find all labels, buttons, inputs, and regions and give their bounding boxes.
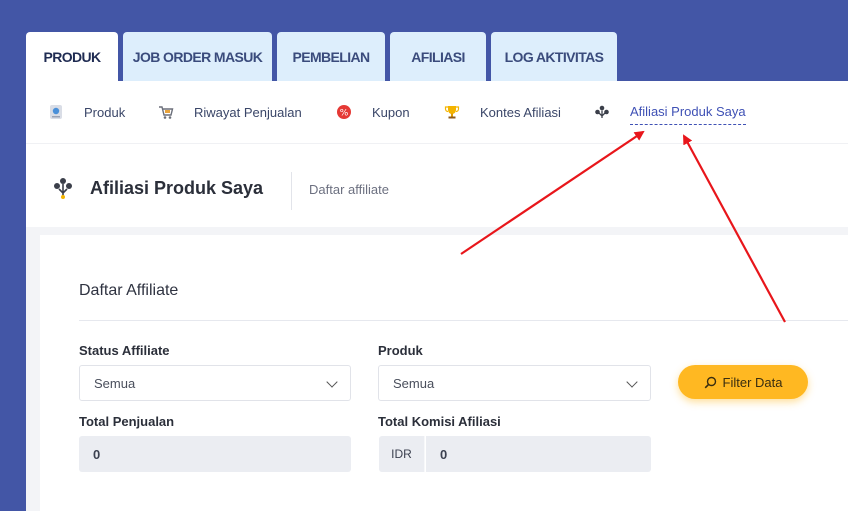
subnav-item-produk[interactable]: Produk (48, 102, 125, 122)
subnav-item-riwayat-penjualan[interactable]: Riwayat Penjualan (158, 102, 302, 122)
select-value: Semua (393, 375, 435, 391)
trophy-icon (444, 104, 460, 120)
svg-text:%: % (340, 109, 349, 119)
page-header: Afiliasi Produk Saya Daftar affiliate (26, 143, 848, 227)
currency-addon: IDR (379, 436, 425, 472)
divider (291, 172, 292, 210)
search-icon (704, 376, 717, 389)
subnav-label: Produk (84, 104, 126, 120)
subnav-label: Afiliasi Produk Saya (630, 104, 746, 125)
select-value: Semua (94, 375, 136, 391)
sub-navigation: Produk Riwayat Penjualan % Kupon Kontes … (26, 81, 848, 143)
coupon-icon: % (336, 104, 352, 120)
subnav-label: Kontes Afiliasi (480, 104, 561, 120)
card-title: Daftar Affiliate (79, 282, 179, 299)
product-icon (48, 104, 64, 120)
subnav-item-afiliasi-produk-saya[interactable]: Afiliasi Produk Saya (594, 102, 746, 125)
produk-select[interactable]: Semua (378, 365, 651, 401)
total-penjualan-label: Total Penjualan (79, 414, 175, 429)
subnav-item-kupon[interactable]: % Kupon (336, 102, 410, 122)
subnav-label: Riwayat Penjualan (194, 104, 302, 120)
filter-data-label: Filter Data (722, 374, 783, 390)
tab-log-aktivitas[interactable]: LOG AKTIVITAS (491, 32, 617, 81)
tab-afiliasi[interactable]: AFILIASI (390, 32, 486, 81)
cart-icon (158, 104, 174, 120)
affiliate-icon (594, 104, 610, 120)
tab-pembelian[interactable]: PEMBELIAN (277, 32, 385, 81)
affiliate-icon (53, 176, 73, 200)
breadcrumb: Daftar affiliate (309, 182, 389, 197)
affiliate-list-card: Daftar Affiliate Status Affiliate Semua … (40, 235, 848, 511)
status-affiliate-select[interactable]: Semua (79, 365, 351, 401)
tab-job-order-masuk[interactable]: JOB ORDER MASUK (123, 32, 272, 81)
total-penjualan-field: 0 (79, 436, 351, 472)
main-tabs: PRODUK JOB ORDER MASUK PEMBELIAN AFILIAS… (26, 32, 617, 81)
chevron-down-icon (626, 376, 638, 388)
tab-produk[interactable]: PRODUK (26, 32, 118, 81)
filter-data-button[interactable]: Filter Data (678, 365, 808, 399)
total-komisi-label: Total Komisi Afiliasi (378, 414, 501, 429)
subnav-label: Kupon (372, 104, 410, 120)
produk-label: Produk (378, 343, 423, 358)
chevron-down-icon (326, 376, 338, 388)
page-title: Afiliasi Produk Saya (90, 178, 264, 198)
divider (79, 320, 848, 321)
status-affiliate-label: Status Affiliate (79, 343, 170, 358)
total-komisi-field: 0 (426, 436, 651, 472)
content-panel: Produk Riwayat Penjualan % Kupon Kontes … (26, 81, 848, 511)
subnav-item-kontes-afiliasi[interactable]: Kontes Afiliasi (444, 102, 561, 122)
